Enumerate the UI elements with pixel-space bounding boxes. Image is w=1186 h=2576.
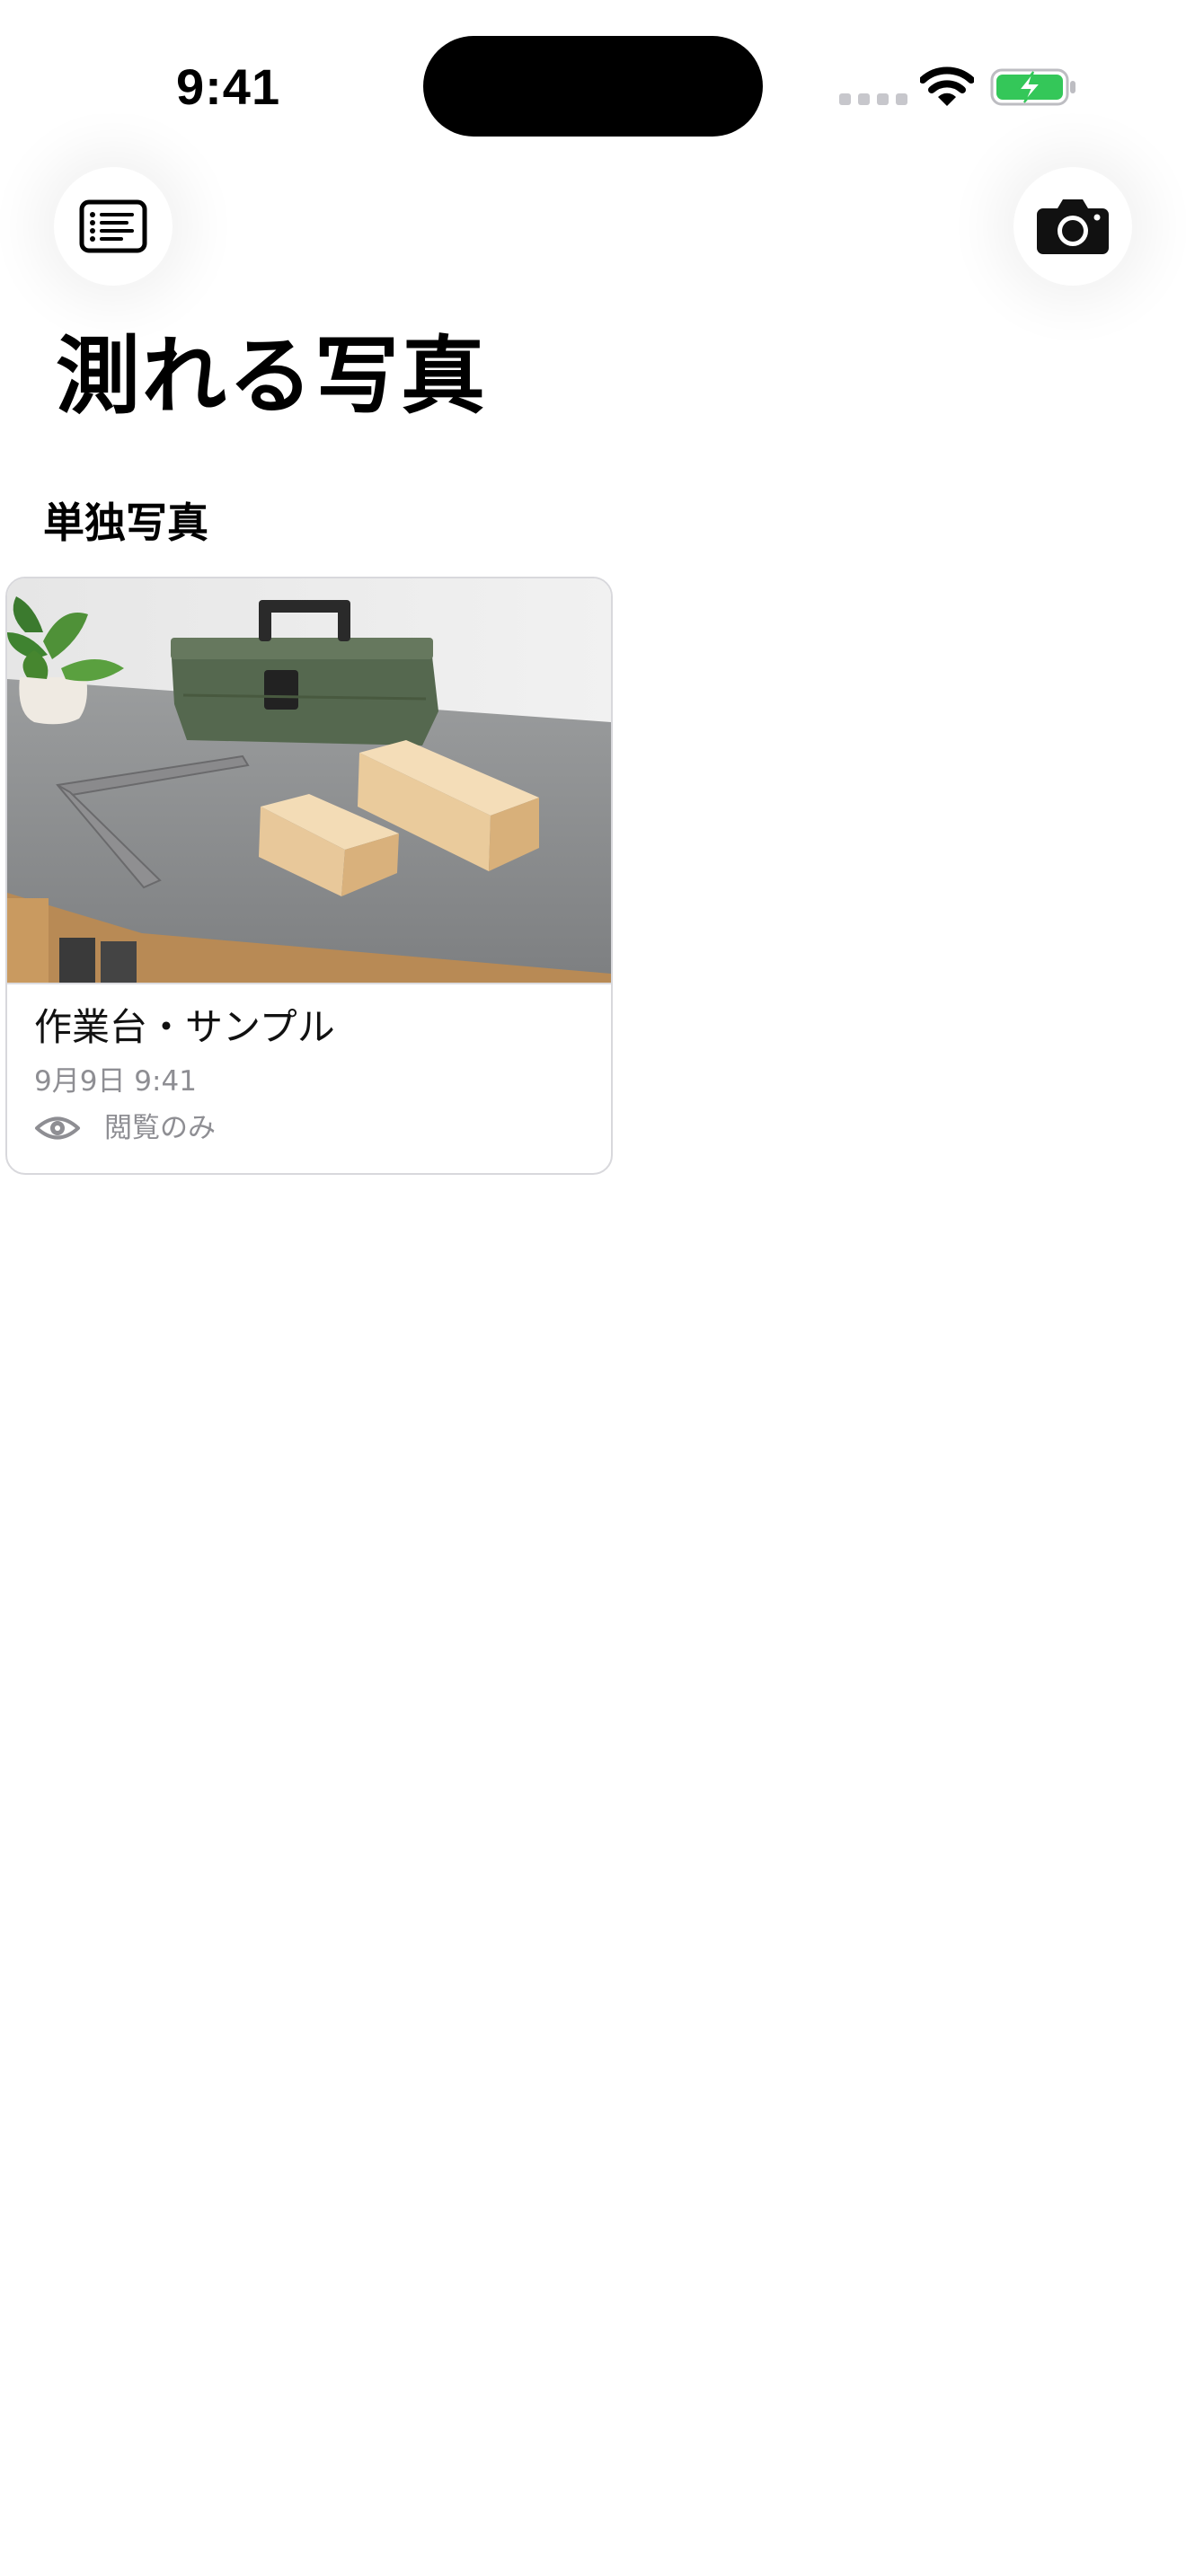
page-title: 測れる写真 (56, 328, 488, 426)
wifi-icon (920, 66, 974, 106)
photo-card[interactable]: 作業台・サンプル 9月9日 9:41 閲覧のみ (5, 577, 613, 1175)
eye-icon (35, 1116, 80, 1140)
camera-button[interactable] (1013, 167, 1132, 286)
access-status: 閲覧のみ (34, 1108, 216, 1148)
cellular-signal-icon (839, 93, 907, 105)
list-button[interactable] (54, 167, 173, 286)
list-icon (79, 199, 147, 253)
battery-charging-icon (990, 68, 1075, 106)
section-header: 単独写真 (43, 498, 208, 547)
dynamic-island (423, 36, 763, 137)
photo-date: 9月9日 9:41 (34, 1065, 197, 1098)
access-label: 閲覧のみ (104, 1112, 216, 1144)
app-screen: 9:41 測れる写真 単独写真 作業台・サンプル 9月9日 9:41 閲覧のみ (0, 0, 1186, 2576)
camera-icon (1037, 199, 1109, 254)
photo-title: 作業台・サンプル (34, 1005, 335, 1049)
card-divider (7, 983, 611, 984)
status-time: 9:41 (176, 58, 281, 115)
photo-thumbnail (7, 578, 611, 983)
